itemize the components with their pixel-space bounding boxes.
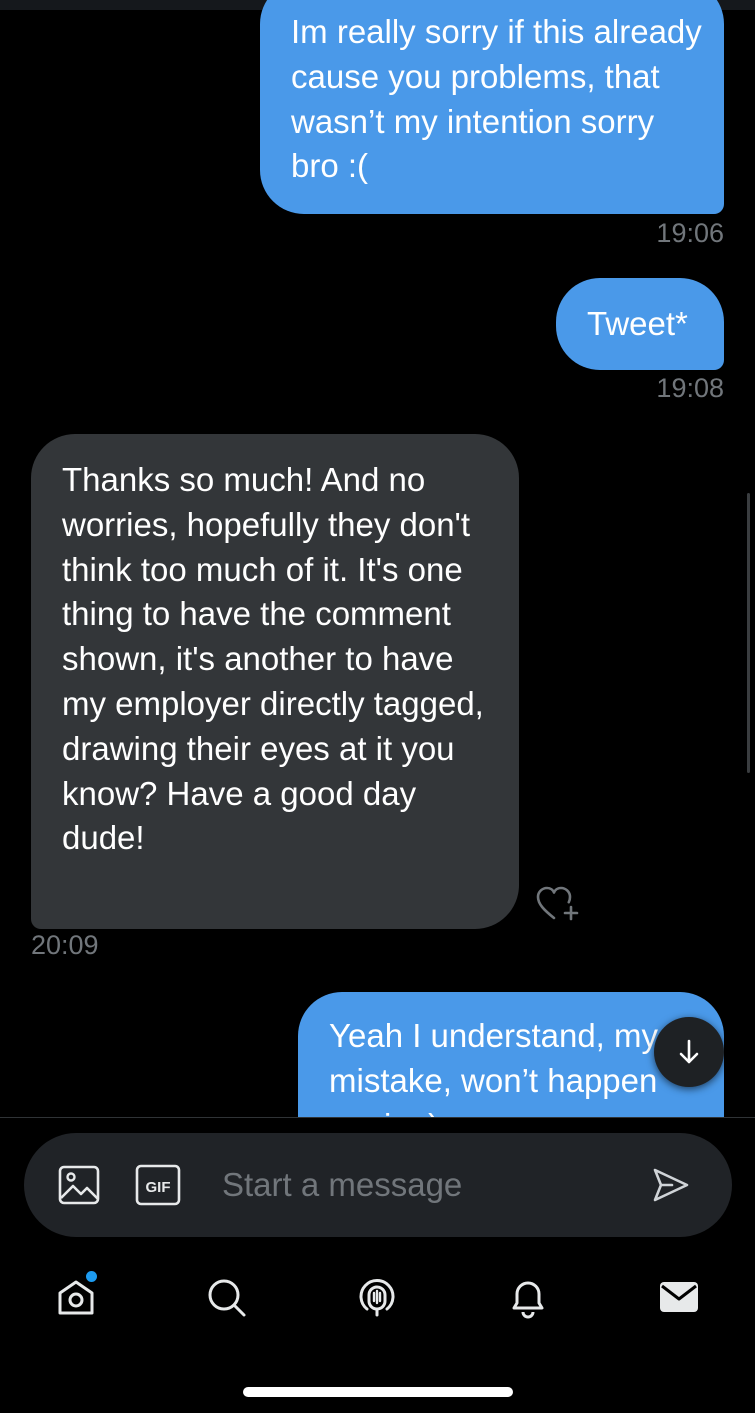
message-composer: GIF <box>24 1133 732 1237</box>
message-thread[interactable]: Im really sorry if this already cause yo… <box>0 0 755 1117</box>
message-bubble-outgoing[interactable]: Tweet* <box>556 278 724 370</box>
message-text: Thanks so much! And no worries, hopefull… <box>62 461 484 857</box>
message-bubble-outgoing[interactable]: Im really sorry if this already cause yo… <box>260 0 724 214</box>
gif-label: GIF <box>146 1179 171 1196</box>
message-text: Yeah I understand, my mistake, won’t hap… <box>329 1017 659 1117</box>
message-text: Tweet* <box>587 305 688 342</box>
tab-search[interactable] <box>202 1273 250 1321</box>
tab-messages[interactable] <box>655 1273 703 1321</box>
bottom-tab-bar <box>0 1265 755 1335</box>
home-indicator[interactable] <box>243 1387 513 1397</box>
tab-spaces[interactable] <box>353 1273 401 1321</box>
message-bubble-incoming[interactable]: Thanks so much! And no worries, hopefull… <box>31 434 519 929</box>
scroll-to-bottom-button[interactable] <box>654 1017 724 1087</box>
add-reaction-heart-icon[interactable] <box>534 884 580 926</box>
search-icon <box>208 1279 246 1317</box>
message-input[interactable] <box>222 1157 642 1213</box>
message-timestamp: 20:09 <box>31 930 99 960</box>
message-timestamp: 19:08 <box>656 373 724 403</box>
composer-divider <box>0 1117 755 1118</box>
send-icon[interactable] <box>652 1167 690 1203</box>
bell-icon <box>512 1281 544 1319</box>
message-text: Im really sorry if this already cause yo… <box>291 13 702 185</box>
gif-button[interactable]: GIF <box>135 1164 181 1206</box>
envelope-icon <box>660 1282 698 1312</box>
home-notification-badge <box>86 1271 97 1282</box>
spaces-icon <box>359 1279 395 1317</box>
arrow-down-icon <box>679 1039 699 1064</box>
image-icon[interactable] <box>58 1165 100 1205</box>
scrollbar[interactable] <box>747 493 750 773</box>
tab-notifications[interactable] <box>504 1273 552 1321</box>
message-timestamp: 19:06 <box>656 218 724 248</box>
